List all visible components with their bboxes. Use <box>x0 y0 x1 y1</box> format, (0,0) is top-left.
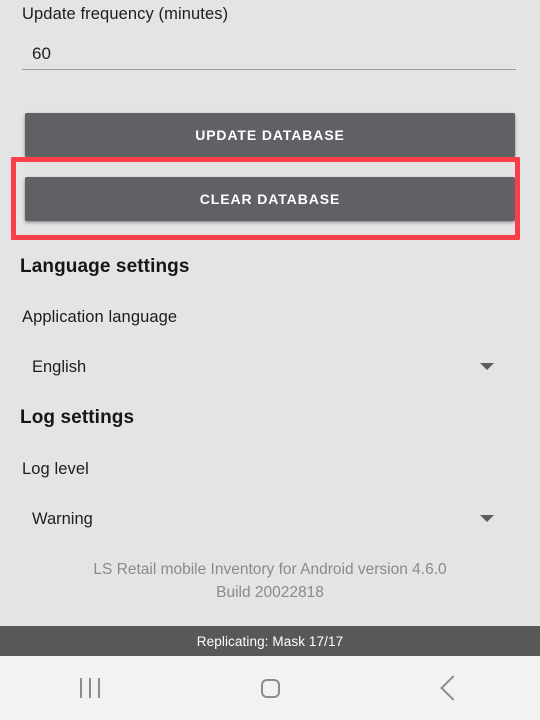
replication-status-bar: Replicating: Mask 17/17 <box>0 626 540 656</box>
replication-status-text: Replicating: Mask 17/17 <box>196 633 344 649</box>
app-screen: Update frequency (minutes) UPDATE DATABA… <box>0 0 540 720</box>
clear-database-button[interactable]: CLEAR DATABASE <box>25 177 515 221</box>
application-language-spinner[interactable]: English <box>22 350 516 384</box>
nav-home-button[interactable] <box>180 656 360 720</box>
nav-back-button[interactable] <box>360 656 540 720</box>
home-icon <box>260 678 280 698</box>
language-settings-header: Language settings <box>20 256 190 277</box>
update-frequency-label: Update frequency (minutes) <box>22 5 229 23</box>
application-language-label: Application language <box>22 308 178 326</box>
settings-scroll-content: Update frequency (minutes) UPDATE DATABA… <box>0 0 540 626</box>
nav-recents-button[interactable] <box>0 656 180 720</box>
application-language-value: English <box>32 358 87 376</box>
update-frequency-input[interactable] <box>22 44 516 69</box>
log-level-value: Warning <box>32 510 93 528</box>
android-navigation-bar <box>0 656 540 720</box>
chevron-down-icon[interactable] <box>480 515 494 522</box>
recents-icon <box>80 678 100 698</box>
log-level-label: Log level <box>22 460 89 478</box>
log-settings-header: Log settings <box>20 407 135 428</box>
update-database-button[interactable]: UPDATE DATABASE <box>25 113 515 157</box>
app-build-line: Build 20022818 <box>216 584 324 601</box>
app-version-footer: LS Retail mobile Inventory for Android v… <box>0 558 540 604</box>
back-icon <box>439 675 466 701</box>
chevron-down-icon[interactable] <box>480 363 494 370</box>
log-level-spinner[interactable]: Warning <box>22 502 516 536</box>
update-frequency-input-row[interactable] <box>22 44 516 70</box>
app-version-line: LS Retail mobile Inventory for Android v… <box>93 561 447 578</box>
